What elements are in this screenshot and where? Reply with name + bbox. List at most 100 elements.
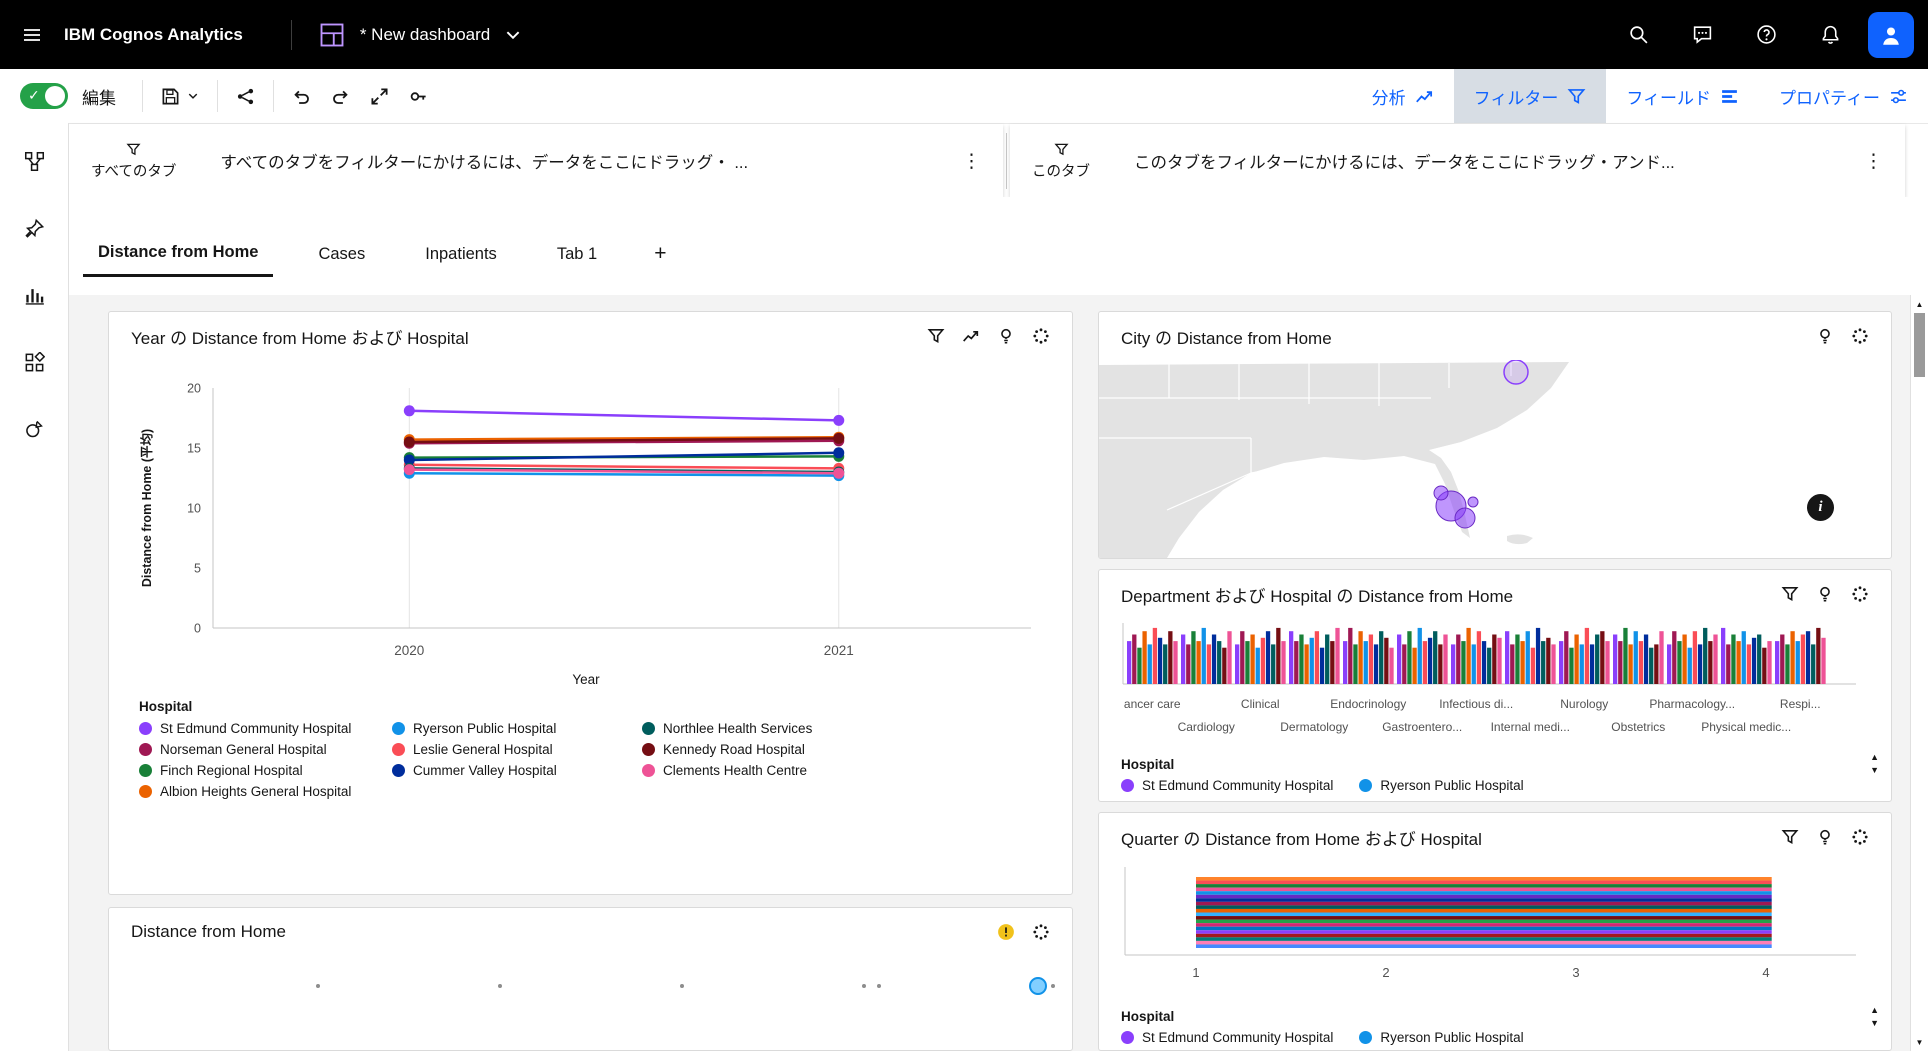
tab-tab-1[interactable]: Tab 1 [542, 231, 612, 277]
notifications-button[interactable] [1798, 0, 1862, 69]
legend-item[interactable]: Norseman General Hospital [139, 742, 392, 757]
this-tab-filter-hint: このタブをフィルターにかけるには、データをここにドラッグ・アンド... [1134, 154, 1675, 172]
hamburger-menu-button[interactable] [0, 0, 64, 69]
trend-icon[interactable] [962, 327, 980, 345]
help-button[interactable] [1734, 0, 1798, 69]
tool-filter-button[interactable]: フィルター [1453, 69, 1607, 123]
legend-item[interactable]: St Edmund Community Hospital [139, 721, 392, 736]
actions-icon[interactable] [1851, 585, 1869, 603]
actions-icon[interactable] [1032, 327, 1050, 345]
share-button[interactable] [226, 76, 265, 116]
widget-year-line-chart[interactable]: Year の Distance from Home および Hospital 0… [108, 311, 1073, 895]
search-button[interactable] [1606, 0, 1670, 69]
widget-title: Year の Distance from Home および Hospital [131, 328, 469, 348]
bulb-icon[interactable] [997, 327, 1015, 345]
scatter-point [861, 984, 866, 988]
legend-item[interactable]: St Edmund Community Hospital [1121, 778, 1333, 793]
bulb-icon[interactable] [1816, 327, 1834, 345]
sidebar-widgets-button[interactable] [12, 340, 56, 384]
pin-icon [24, 218, 45, 239]
map-bubble[interactable] [1433, 485, 1449, 501]
scrollbar-down-arrow[interactable]: ▼ [1911, 1034, 1928, 1050]
all-tabs-filter-dropzone[interactable]: すべてのタブ すべてのタブをフィルターにかけるには、データをここにドラッグ・ .… [69, 124, 1003, 198]
toolbar-divider [273, 80, 274, 112]
legend-column: St Edmund Community Hospital Norseman Gen… [139, 721, 392, 799]
legend-label: Leslie General Hospital [413, 742, 553, 757]
redo-button[interactable] [321, 76, 360, 116]
legend-item[interactable]: Northlee Health Services [642, 721, 812, 736]
filter-icon[interactable] [1781, 828, 1799, 846]
all-tabs-filter-menu-button[interactable]: ⋮ [962, 152, 981, 171]
scatter-highlight-point[interactable] [1028, 977, 1047, 995]
actions-icon[interactable] [1032, 923, 1050, 941]
sidebar-pin-button[interactable] [12, 206, 56, 250]
scrollbar-up-arrow[interactable]: ▲ [1911, 296, 1928, 312]
this-tab-filter-menu-button[interactable]: ⋮ [1864, 152, 1883, 171]
actions-icon[interactable] [1851, 327, 1869, 345]
save-button[interactable] [151, 76, 209, 116]
search-icon [1628, 24, 1649, 45]
legend-column: Northlee Health Services Kennedy Road Hos… [642, 721, 812, 799]
sidebar-assistant-button[interactable] [12, 407, 56, 451]
vertical-scrollbar[interactable]: ▲ ▼ [1910, 295, 1928, 1051]
legend-scroll-down[interactable]: ▼ [1870, 1018, 1879, 1028]
header-actions [1606, 0, 1928, 69]
legend-item[interactable]: Ryerson Public Hospital [1359, 778, 1524, 793]
map-bubble[interactable] [1503, 360, 1529, 385]
legend-item[interactable]: St Edmund Community Hospital [1121, 1030, 1333, 1045]
tool-properties-button[interactable]: プロパティー [1759, 69, 1928, 123]
legend-scroll-down[interactable]: ▼ [1870, 765, 1879, 775]
edit-toggle[interactable]: ✓ [20, 83, 68, 109]
widget-header: Distance from Home [109, 908, 1072, 956]
widget-distance-scatter[interactable]: Distance from Home [108, 907, 1073, 1051]
chat-button[interactable] [1670, 0, 1734, 69]
tool-analyze-button[interactable]: 分析 [1352, 69, 1454, 123]
scrollbar-thumb[interactable] [1914, 313, 1925, 377]
tab-inpatients[interactable]: Inpatients [410, 231, 512, 277]
filter-icon[interactable] [927, 327, 945, 345]
bulb-icon[interactable] [1816, 585, 1834, 603]
svg-text:Dermatology: Dermatology [1280, 720, 1348, 734]
actions-icon[interactable] [1851, 828, 1869, 846]
this-tab-filter-dropzone[interactable]: このタブ このタブをフィルターにかけるには、データをここにドラッグ・アンド...… [1010, 124, 1905, 198]
widget-department-bar-chart[interactable]: Department および Hospital の Distance from … [1098, 569, 1892, 802]
legend-item[interactable]: Albion Heights General Hospital [139, 784, 392, 799]
tab-cases[interactable]: Cases [303, 231, 380, 277]
svg-text:Internal medi...: Internal medi... [1491, 720, 1570, 734]
key-button[interactable] [399, 76, 438, 116]
legend-item[interactable]: Ryerson Public Hospital [1359, 1030, 1524, 1045]
legend-item[interactable]: Cummer Valley Hospital [392, 763, 642, 778]
bulb-icon[interactable] [1816, 828, 1834, 846]
dashboard-tabs: Distance from Home Cases Inpatients Tab 1 + [69, 197, 1910, 295]
svg-text:5: 5 [194, 562, 201, 576]
user-avatar[interactable] [1868, 11, 1914, 58]
legend-label: Cummer Valley Hospital [413, 763, 557, 778]
info-icon[interactable]: i [1807, 494, 1834, 521]
add-tab-button[interactable]: + [642, 231, 678, 277]
filter-icon[interactable] [1781, 585, 1799, 603]
undo-button[interactable] [282, 76, 321, 116]
fullscreen-button[interactable] [360, 76, 399, 116]
dashboard-title-chevron[interactable] [504, 26, 522, 44]
dashboard-canvas: Year の Distance from Home および Hospital 0… [69, 295, 1910, 1051]
map-container: i [1099, 360, 1889, 558]
map-bubble[interactable] [1467, 496, 1479, 508]
legend-scroll-up[interactable]: ▲ [1870, 752, 1879, 762]
tool-fields-button[interactable]: フィールド [1606, 69, 1759, 123]
widget-title: City の Distance from Home [1121, 328, 1332, 348]
map-bubble[interactable] [1454, 507, 1476, 529]
widget-quarter-bar-chart[interactable]: Quarter の Distance from Home および Hospita… [1098, 812, 1892, 1051]
widget-city-map[interactable]: City の Distance from Home i [1098, 311, 1892, 559]
legend-scroll-up[interactable]: ▲ [1870, 1005, 1879, 1015]
legend-item[interactable]: Finch Regional Hospital [139, 763, 392, 778]
tab-distance-from-home[interactable]: Distance from Home [83, 231, 274, 277]
sidebar-sources-button[interactable] [12, 139, 56, 183]
legend-item[interactable]: Ryerson Public Hospital [392, 721, 642, 736]
sidebar-visualizations-button[interactable] [12, 273, 56, 317]
app-header: IBM Cognos Analytics * New dashboard [0, 0, 1928, 69]
legend-item[interactable]: Kennedy Road Hospital [642, 742, 812, 757]
legend-item[interactable]: Leslie General Hospital [392, 742, 642, 757]
visualizations-icon [24, 285, 45, 306]
warning-icon[interactable] [997, 923, 1015, 941]
legend-item[interactable]: Clements Health Centre [642, 763, 812, 778]
